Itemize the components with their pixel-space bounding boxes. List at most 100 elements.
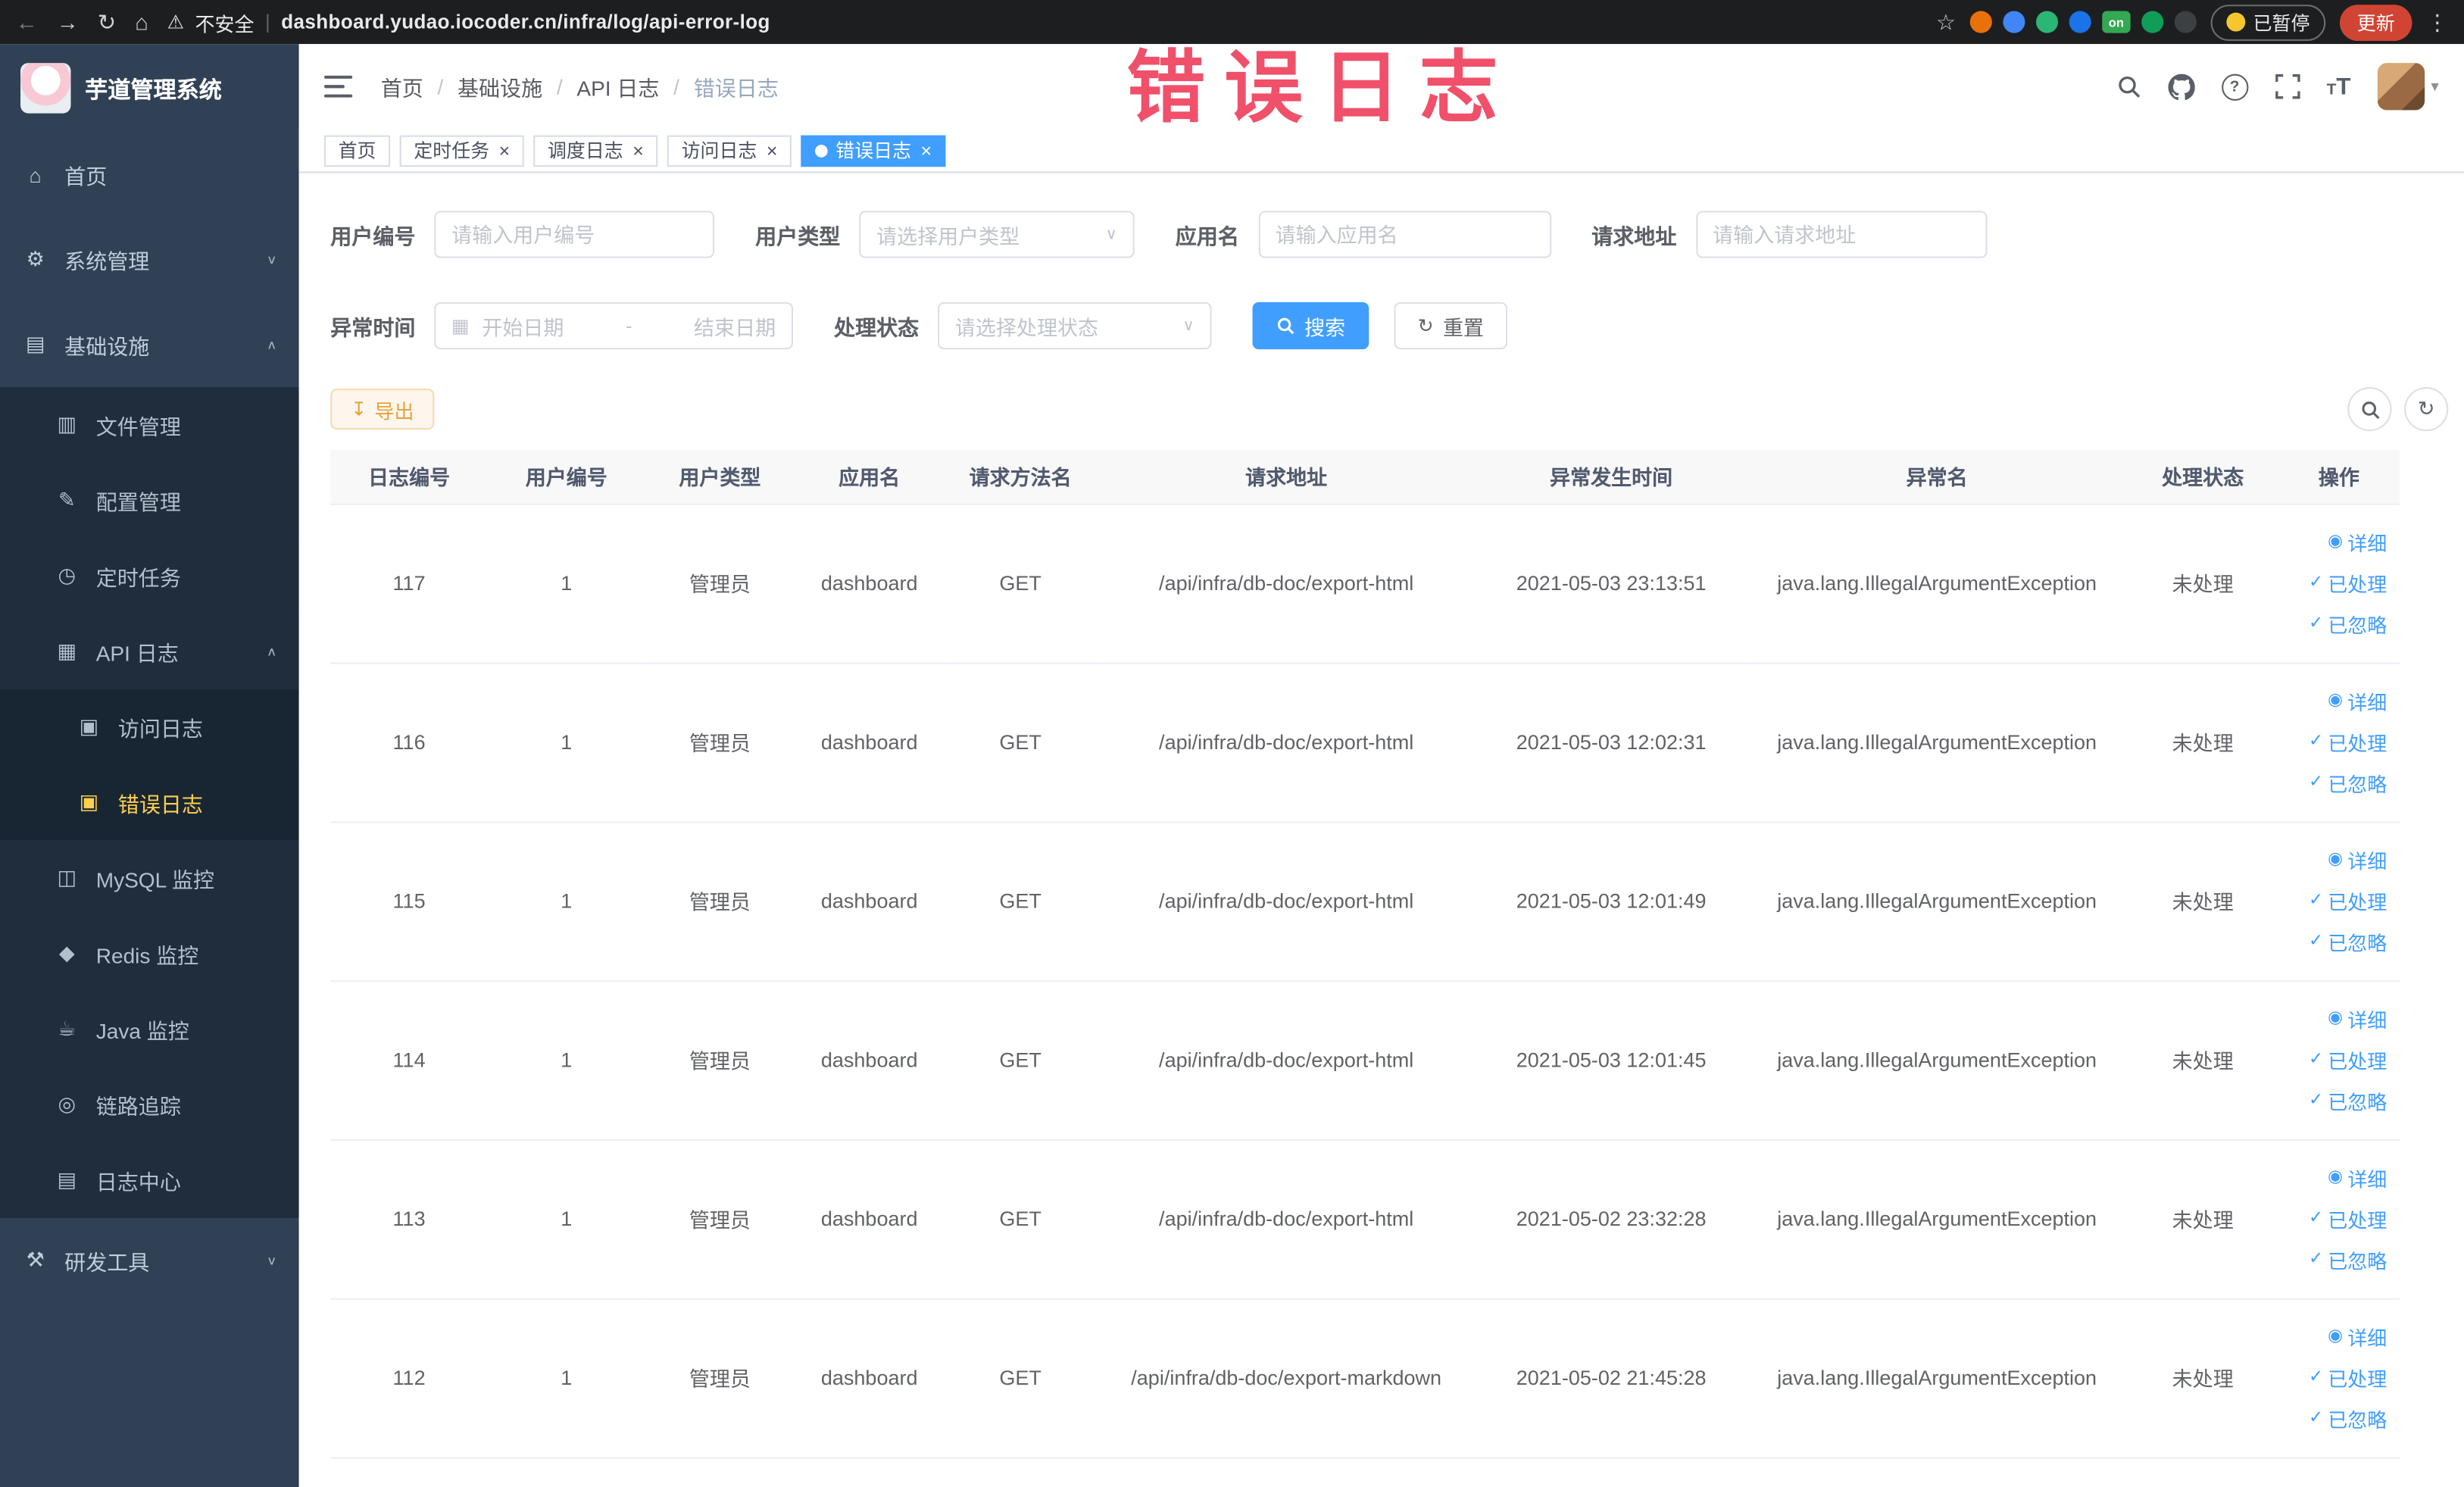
toggle-search-button[interactable]	[2347, 387, 2392, 432]
water-drop-ext-icon[interactable]	[2003, 11, 2025, 33]
breadcrumb-item[interactable]: 基础设施	[458, 70, 542, 102]
back-icon[interactable]: ←	[16, 11, 38, 33]
processed-link[interactable]: ✓ 已处理	[2309, 1363, 2387, 1392]
sidebar-item-config[interactable]: ✎ 配置管理	[0, 462, 299, 539]
address-bar[interactable]: ⚠ 不安全 | dashboard.yudao.iocoder.cn/infra…	[167, 7, 770, 36]
close-icon[interactable]: ×	[767, 141, 778, 160]
sidebar-item-home[interactable]: ⌂ 首页	[0, 132, 299, 217]
forward-icon[interactable]: →	[57, 11, 79, 33]
fullscreen-icon[interactable]	[2275, 74, 2300, 99]
eye-icon: ◉	[2328, 1008, 2344, 1028]
sidebar-item-system[interactable]: ⚙ 系统管理 ∨	[0, 217, 299, 302]
column-header: 应用名	[795, 450, 945, 505]
ignored-link[interactable]: ✓ 已忽略	[2309, 1245, 2387, 1274]
search-icon[interactable]	[2116, 74, 2141, 99]
request-url-input[interactable]	[1695, 211, 1987, 258]
processed-link[interactable]: ✓ 已处理	[2309, 568, 2387, 598]
reset-button[interactable]: ↻ 重置	[1394, 301, 1508, 350]
sidebar-item-log-center[interactable]: ▤ 日志中心	[0, 1142, 299, 1218]
breadcrumb-item[interactable]: API 日志	[576, 70, 659, 102]
github-icon[interactable]	[2167, 73, 2195, 100]
app-name-input[interactable]	[1257, 211, 1551, 258]
paused-badge[interactable]: 已暂停	[2210, 4, 2326, 40]
update-button[interactable]: 更新	[2339, 4, 2412, 40]
processed-link[interactable]: ✓ 已处理	[2309, 727, 2387, 757]
tab-job[interactable]: 定时任务 ×	[399, 134, 524, 167]
cell-user_id: 1	[487, 503, 645, 664]
processed-link[interactable]: ✓ 已处理	[2309, 1045, 2387, 1074]
on-badge-ext-icon[interactable]: on	[2102, 11, 2131, 33]
cell-exception: java.lang.IllegalArgumentException	[1746, 980, 2128, 1141]
ignored-link[interactable]: ✓ 已忽略	[2309, 609, 2387, 639]
user-menu[interactable]: ▾	[2377, 63, 2439, 111]
tab-job-log[interactable]: 调度日志 ×	[533, 134, 658, 167]
close-icon[interactable]: ×	[632, 141, 644, 160]
detail-link[interactable]: ◉ 详细	[2328, 1004, 2387, 1033]
detail-link[interactable]: ◉ 详细	[2328, 845, 2387, 875]
orange-circle-ext-icon[interactable]	[1969, 11, 1992, 33]
sidebar-item-java[interactable]: ☕ Java 监控	[0, 991, 299, 1067]
tab-access-log[interactable]: 访问日志 ×	[667, 134, 792, 167]
sidebar-item-dev-tools[interactable]: ⚒ 研发工具 ∨	[0, 1218, 299, 1303]
breadcrumb-item[interactable]: 首页	[381, 70, 423, 102]
exception-time-range-picker[interactable]: ▦ 开始日期 - 结束日期	[434, 301, 793, 350]
leaf-ext-icon[interactable]	[2141, 11, 2164, 33]
range-separator: -	[626, 314, 632, 337]
breadcrumb-item[interactable]: 错误日志	[694, 70, 779, 102]
chevron-up-icon: ∧	[266, 644, 277, 658]
cell-user_type: 管理员	[645, 662, 795, 823]
font-size-icon[interactable]: TT	[2327, 75, 2351, 98]
sidebar-item-label: 研发工具	[64, 1251, 150, 1275]
home-icon: ⌂	[29, 163, 42, 187]
sidebar-item-infra[interactable]: ▤ 基础设施 ∧	[0, 302, 299, 387]
export-button[interactable]: ↧ 导出	[330, 389, 435, 430]
cell-status: 未处理	[2127, 821, 2278, 982]
bookmark-star-icon[interactable]: ☆	[1936, 11, 1956, 33]
sidebar-item-mysql[interactable]: ◫ MySQL 监控	[0, 840, 299, 916]
sidebar-item-file[interactable]: ▥ 文件管理	[0, 387, 299, 463]
cell-id: 115	[330, 821, 488, 982]
detail-link[interactable]: ◉ 详细	[2328, 527, 2387, 557]
help-icon[interactable]: ?	[2221, 73, 2248, 100]
java-icon: ☕	[58, 1016, 77, 1041]
ignored-link[interactable]: ✓ 已忽略	[2309, 1086, 2387, 1115]
reload-icon[interactable]: ↻	[98, 11, 116, 33]
sidebar-item-error-log[interactable]: ▣ 错误日志	[0, 764, 299, 841]
paw-ext-icon[interactable]	[2174, 11, 2197, 33]
ignored-link[interactable]: ✓ 已忽略	[2309, 927, 2387, 957]
tab-home[interactable]: 首页	[323, 134, 391, 167]
logo[interactable]: 芋道管理系统	[0, 44, 299, 132]
sidebar-item-api-log[interactable]: ▦ API 日志 ∧	[0, 614, 299, 689]
breadcrumb-separator: /	[673, 74, 680, 98]
tab-error-log[interactable]: 错误日志 ×	[801, 134, 946, 167]
detail-link[interactable]: ◉ 详细	[2328, 686, 2387, 716]
ignored-link[interactable]: ✓ 已忽略	[2309, 768, 2387, 798]
sidebar-item-job[interactable]: ◷ 定时任务	[0, 538, 299, 614]
user-id-input[interactable]	[434, 211, 715, 258]
sidebar-item-label: 错误日志	[117, 792, 203, 817]
sidebar-item-access-log[interactable]: ▣ 访问日志	[0, 689, 299, 765]
close-icon[interactable]: ×	[920, 141, 932, 160]
column-header: 日志编号	[330, 450, 488, 505]
request-url-label: 请求地址	[1591, 225, 1677, 249]
detail-link[interactable]: ◉ 详细	[2328, 1163, 2387, 1192]
processed-link[interactable]: ✓ 已处理	[2309, 1204, 2387, 1233]
search-button[interactable]: 搜索	[1252, 301, 1369, 350]
sidebar-item-redis[interactable]: ◆ Redis 监控	[0, 915, 299, 992]
blue-grid-ext-icon[interactable]	[2069, 11, 2091, 33]
cell-id: 117	[330, 503, 488, 664]
process-status-select[interactable]: 请选择处理状态 ∨	[938, 301, 1212, 350]
sidebar-toggle-button[interactable]	[323, 75, 353, 98]
close-icon[interactable]: ×	[499, 141, 511, 160]
kebab-menu-icon[interactable]: ⋮	[2426, 11, 2448, 33]
detail-link[interactable]: ◉ 详细	[2328, 1322, 2387, 1351]
browser-home-icon[interactable]: ⌂	[135, 11, 148, 33]
ignored-link[interactable]: ✓ 已忽略	[2309, 1404, 2387, 1433]
table-tools: ↻	[2347, 387, 2449, 432]
green-circle-ext-icon[interactable]	[2035, 11, 2059, 33]
sidebar-item-label: Redis 监控	[95, 944, 199, 968]
sidebar-item-trace[interactable]: ◎ 链路追踪	[0, 1067, 299, 1143]
refresh-button[interactable]: ↻	[2404, 387, 2449, 432]
processed-link[interactable]: ✓ 已处理	[2309, 886, 2387, 916]
user-type-select[interactable]: 请选择用户类型 ∨	[859, 211, 1135, 258]
